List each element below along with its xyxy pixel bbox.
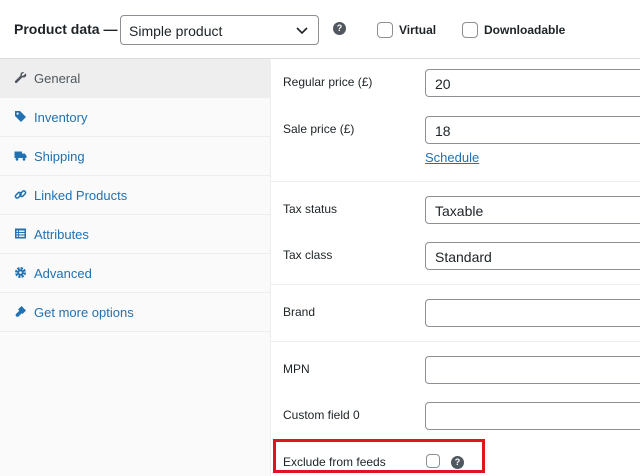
- wrench-icon: [14, 71, 27, 84]
- sale-price-value: 18: [435, 123, 451, 139]
- tax-status-value: Taxable: [435, 203, 484, 219]
- tab-general[interactable]: General: [0, 59, 270, 98]
- tax-class-select[interactable]: Standard: [425, 242, 640, 270]
- product-data-title: Product data —: [14, 21, 118, 37]
- tag-icon: [15, 111, 26, 122]
- help-icon[interactable]: ?: [333, 22, 346, 35]
- product-type-value: Simple product: [129, 23, 223, 39]
- section-divider: [271, 341, 640, 342]
- virtual-checkbox[interactable]: [377, 22, 393, 38]
- tab-label-attributes: Attributes: [34, 227, 89, 242]
- tab-shipping[interactable]: Shipping: [0, 137, 270, 176]
- downloadable-checkbox[interactable]: [462, 22, 478, 38]
- regular-price-value: 20: [435, 76, 451, 92]
- brand-label: Brand: [283, 305, 316, 319]
- tab-attributes[interactable]: Attributes: [0, 215, 270, 254]
- gear-icon: [15, 267, 26, 278]
- tab-advanced[interactable]: Advanced: [0, 254, 270, 293]
- tab-label-advanced: Advanced: [34, 266, 92, 281]
- section-divider: [271, 284, 640, 285]
- tax-status-select[interactable]: Taxable: [425, 196, 640, 224]
- virtual-label: Virtual: [399, 23, 437, 37]
- regular-price-label: Regular price (£): [283, 75, 373, 89]
- link-icon: [14, 190, 27, 199]
- sale-price-label: Sale price (£): [283, 122, 355, 136]
- custom-field-0-input[interactable]: [425, 402, 640, 430]
- product-data-header: Product data — Simple product ? Virtual …: [0, 0, 640, 59]
- tab-label-general: General: [34, 71, 81, 86]
- chevron-down-icon: [296, 27, 308, 35]
- plugin-icon: [15, 306, 26, 317]
- sale-price-input[interactable]: 18: [425, 116, 640, 144]
- mpn-label: MPN: [283, 362, 310, 376]
- highlight-box: [273, 439, 485, 473]
- product-data-tabs: General Inventory Shipping Linked Produc…: [0, 59, 271, 476]
- tab-linked-products[interactable]: Linked Products: [0, 176, 270, 215]
- tab-label-inventory: Inventory: [34, 110, 88, 125]
- truck-icon: [14, 151, 27, 161]
- tax-status-label: Tax status: [283, 202, 338, 216]
- section-divider: [271, 181, 640, 182]
- tax-class-label: Tax class: [283, 248, 333, 262]
- tab-label-get-more-options: Get more options: [34, 305, 134, 320]
- list-icon: [15, 228, 26, 239]
- tab-label-shipping: Shipping: [34, 149, 85, 164]
- schedule-link[interactable]: Schedule: [425, 150, 479, 165]
- tab-label-linked-products: Linked Products: [34, 188, 128, 203]
- product-type-select[interactable]: Simple product: [120, 15, 319, 45]
- regular-price-input[interactable]: 20: [425, 69, 640, 97]
- tab-inventory[interactable]: Inventory: [0, 98, 270, 137]
- tab-get-more-options[interactable]: Get more options: [0, 293, 270, 332]
- custom-field-0-label: Custom field 0: [283, 408, 360, 422]
- downloadable-label: Downloadable: [484, 23, 566, 37]
- mpn-input[interactable]: [425, 356, 640, 384]
- tax-class-value: Standard: [435, 249, 492, 265]
- brand-input[interactable]: [425, 299, 640, 327]
